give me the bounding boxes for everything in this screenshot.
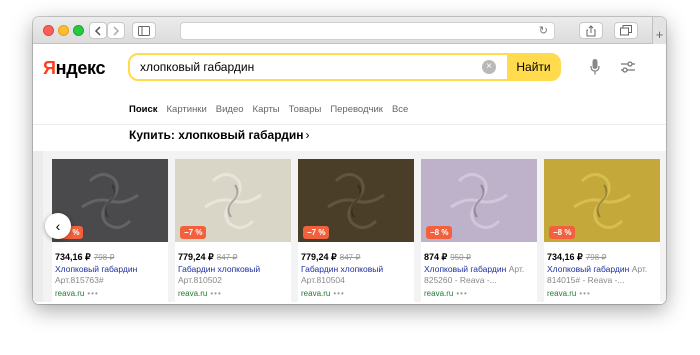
product-price: 734,16 ₽798 ₽: [55, 252, 115, 262]
section-title-text: Купить: хлопковый габардин: [129, 128, 304, 142]
chevron-left-icon: ‹: [55, 218, 61, 234]
tab-all[interactable]: Все: [392, 104, 408, 115]
sidebar-button[interactable]: [132, 22, 156, 39]
tabs-overview-button[interactable]: [614, 22, 638, 39]
logo-rest: ндекс: [55, 58, 106, 78]
product-title[interactable]: Хлопковый габардин Арт. 814015# - Reava …: [547, 264, 659, 286]
product-title[interactable]: Габардин хлопковый Арт.810502: [178, 264, 290, 286]
tab-video[interactable]: Видео: [216, 104, 244, 115]
close-window-button[interactable]: [43, 25, 54, 36]
shop-link[interactable]: reava.ru •••: [178, 289, 222, 298]
forward-button[interactable]: [107, 22, 125, 39]
more-options-icon[interactable]: •••: [210, 289, 221, 298]
carousel-prev-button[interactable]: ‹: [45, 213, 71, 239]
browser-window: ↻ + Яндекс × Найти Поиск Картин: [33, 17, 666, 304]
search-box: × Найти: [128, 53, 561, 81]
search-tabs: Поиск Картинки Видео Карты Товары Перево…: [129, 104, 408, 115]
old-price: 847 ₽: [339, 253, 361, 262]
search-header: Яндекс × Найти Поиск Картинки Видео Карт…: [33, 44, 666, 125]
product-image[interactable]: −8 %: [421, 159, 537, 242]
minimize-window-button[interactable]: [58, 25, 69, 36]
tabs-icon: [620, 25, 632, 36]
tab-maps[interactable]: Карты: [253, 104, 280, 115]
tab-images[interactable]: Картинки: [167, 104, 207, 115]
old-price: 950 ₽: [450, 253, 471, 262]
chevron-left-icon: [94, 25, 101, 36]
share-button[interactable]: [579, 22, 603, 39]
carousel-edge: [33, 151, 43, 302]
old-price: 847 ₽: [216, 253, 238, 262]
product-price: 734,16 ₽798 ₽: [547, 252, 607, 262]
product-title[interactable]: Хлопковый габардин Арт.815763#: [55, 264, 167, 286]
tab-translator[interactable]: Переводчик: [330, 104, 383, 115]
product-title[interactable]: Хлопковый габардин Арт. 825260 - Reava -…: [424, 264, 536, 286]
yandex-logo[interactable]: Яндекс: [43, 58, 106, 79]
section-title[interactable]: Купить: хлопковый габардин ›: [129, 128, 309, 142]
shop-link[interactable]: reava.ru •••: [55, 289, 99, 298]
tab-search[interactable]: Поиск: [129, 104, 158, 115]
shopping-section: Купить: хлопковый габардин › −7 % 734,16…: [33, 125, 666, 304]
tab-products[interactable]: Товары: [289, 104, 322, 115]
shop-link[interactable]: reava.ru •••: [547, 289, 591, 298]
product-article: Арт.810504: [301, 275, 345, 285]
discount-badge: −8 %: [426, 226, 453, 239]
logo-first-letter: Я: [43, 58, 56, 78]
product-card[interactable]: −8 % 734,16 ₽798 ₽ Хлопковый габардин Ар…: [544, 159, 660, 302]
old-price: 798 ₽: [93, 253, 115, 262]
product-price: 779,24 ₽847 ₽: [301, 252, 361, 262]
product-card[interactable]: −8 % 874 ₽950 ₽ Хлопковый габардин Арт. …: [421, 159, 537, 302]
share-icon: [586, 24, 596, 36]
old-price: 798 ₽: [585, 253, 607, 262]
shop-link[interactable]: reava.ru •••: [301, 289, 345, 298]
product-image[interactable]: −7 %: [175, 159, 291, 242]
product-carousel: −7 % 734,16 ₽798 ₽ Хлопковый габардин Ар…: [33, 151, 666, 302]
product-card[interactable]: −7 % 779,24 ₽847 ₽ Габардин хлопковый Ар…: [175, 159, 291, 302]
product-image[interactable]: −8 %: [544, 159, 660, 242]
discount-badge: −7 %: [303, 226, 330, 239]
chevron-right-icon: [113, 25, 120, 36]
more-options-icon[interactable]: •••: [579, 289, 590, 298]
new-tab-button[interactable]: +: [652, 17, 666, 44]
sidebar-icon: [138, 25, 150, 36]
discount-badge: −7 %: [180, 226, 207, 239]
product-article: Арт.810502: [178, 275, 222, 285]
shop-link[interactable]: reava.ru •••: [424, 289, 468, 298]
reload-icon[interactable]: ↻: [539, 24, 548, 37]
product-title[interactable]: Габардин хлопковый Арт.810504: [301, 264, 413, 286]
back-button[interactable]: [89, 22, 107, 39]
chevron-right-icon: ›: [305, 128, 310, 142]
clear-icon[interactable]: ×: [482, 60, 496, 74]
title-bar: ↻ +: [33, 17, 666, 44]
product-article: Арт.815763#: [55, 275, 104, 285]
filters-icon[interactable]: [620, 59, 636, 75]
more-options-icon[interactable]: •••: [333, 289, 344, 298]
product-price: 779,24 ₽847 ₽: [178, 252, 238, 262]
zoom-window-button[interactable]: [73, 25, 84, 36]
more-options-icon[interactable]: •••: [87, 289, 98, 298]
more-options-icon[interactable]: •••: [456, 289, 467, 298]
microphone-icon[interactable]: [590, 59, 600, 75]
discount-badge: −8 %: [549, 226, 576, 239]
address-bar[interactable]: ↻: [180, 22, 555, 40]
product-card[interactable]: −7 % 779,24 ₽847 ₽ Габардин хлопковый Ар…: [298, 159, 414, 302]
product-price: 874 ₽950 ₽: [424, 252, 471, 262]
search-button[interactable]: Найти: [508, 55, 559, 79]
product-image[interactable]: −7 %: [298, 159, 414, 242]
search-input[interactable]: [130, 55, 507, 79]
